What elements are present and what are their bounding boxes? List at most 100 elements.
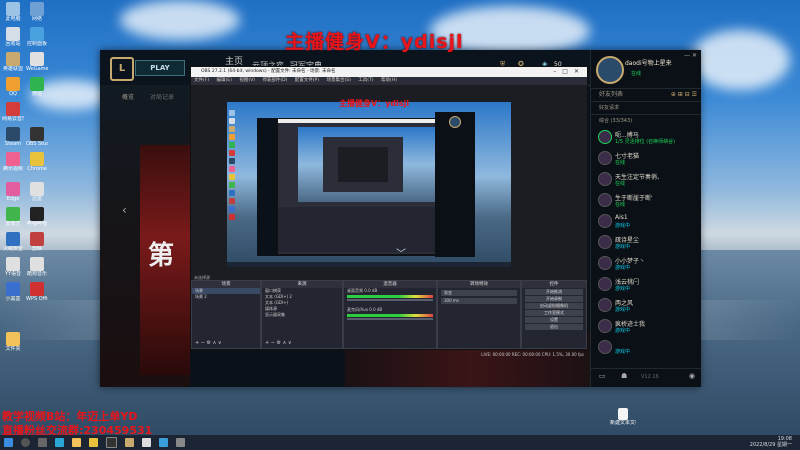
list-item[interactable]: 小小梦子丶 游戏中 [591, 253, 701, 274]
wegame-icon[interactable] [142, 438, 151, 447]
friend-group[interactable]: 综合 (33/343) [591, 115, 701, 127]
desktop-icon[interactable]: YY语音 [2, 257, 24, 277]
tab-overview[interactable]: 概览 [122, 92, 134, 101]
desktop-icon[interactable]: 微信 [26, 77, 48, 97]
desktop-icon[interactable]: WeGame [26, 52, 48, 72]
obs-menubar: 文件(F) 编辑(E) 视图(V) 停靠部件(D) 配置文件(P) 场景集合(S… [191, 77, 587, 85]
desktop-icon[interactable]: 此电脑 [2, 2, 24, 22]
desktop-icon[interactable]: 回收站 [2, 27, 24, 47]
sources-dock: 来源 窗口捕获 文本 (GDI+) 2 文本 (GDI+) 媒体源 显示器采集 … [261, 280, 343, 349]
duration-input[interactable]: 300 ms [441, 298, 517, 304]
kugou-icon [30, 257, 44, 271]
list-item[interactable]: 天生注定节奏俏、 在线 [591, 169, 701, 190]
exit-button[interactable]: 退出 [525, 324, 583, 330]
lol-icon[interactable] [125, 438, 134, 447]
menu-help[interactable]: 帮助(H) [381, 78, 397, 83]
tab-match-history[interactable]: 对局记录 [150, 92, 174, 101]
menu-profile[interactable]: 配置文件(P) [295, 78, 319, 83]
friend-tools-icon[interactable]: ⊕ ⊞ ⊟ ☰ [671, 89, 697, 101]
windows-start-icon[interactable] [4, 438, 13, 447]
menu-scene-collection[interactable]: 场景集合(S) [326, 78, 350, 83]
desktop-file-icon[interactable]: 新建文本文档 [610, 408, 636, 426]
chrome-icon[interactable] [89, 438, 98, 447]
source-add-icon[interactable]: + − ⚙ ∧ ∨ [265, 340, 292, 346]
desktop-icon[interactable]: Chrome [26, 152, 48, 172]
source-item[interactable]: 显示器采集 [262, 312, 342, 318]
folder-icon [6, 332, 20, 346]
taskbar-clock[interactable]: 19:08 2022/8/29 星期一 [750, 436, 792, 448]
desktop-icon[interactable]: 文件夹 [2, 332, 24, 352]
desktop-icon[interactable]: 酷狗音乐 [26, 257, 48, 277]
window-controls-icon[interactable]: –□✕ [553, 67, 585, 77]
friend-requests[interactable]: 好友请求 [591, 102, 701, 115]
app-icon[interactable] [176, 438, 185, 447]
desktop-icon[interactable]: 迅雷 [26, 182, 48, 202]
chat-icon[interactable]: ▭ [599, 372, 606, 380]
nested-taskbar [227, 262, 511, 267]
desktop-icon[interactable]: QQ [2, 77, 24, 97]
scene-add-icon[interactable]: + − ⚙ ∧ ∨ [195, 340, 222, 346]
downloader-icon [30, 182, 44, 196]
volume-slider[interactable] [347, 299, 433, 301]
folder-icon[interactable] [72, 438, 81, 447]
desktop-icon[interactable]: 火绒安全 [2, 232, 24, 252]
obs-icon [30, 127, 44, 141]
edge-icon[interactable] [55, 438, 64, 447]
qq-icon[interactable] [159, 438, 168, 447]
art-label: 第 [148, 241, 175, 271]
list-item[interactable]: 呃...搏马 1/5 灵活排位 (召唤师峡谷) [591, 127, 701, 148]
obs-title: OBS 27.2.1 (64-bit, windows) - 配置文件: 未命名… [201, 69, 336, 74]
search-icon[interactable] [21, 438, 30, 447]
studio-mode-button[interactable]: 工作室模式 [525, 310, 583, 316]
list-item[interactable]: 疏诗星尘 游戏中 [591, 232, 701, 253]
minimize-icon[interactable]: — ✕ [684, 52, 697, 59]
desktop-icon[interactable]: 剪映 [26, 232, 48, 252]
menu-file[interactable]: 文件(F) [194, 78, 209, 83]
task-view-icon[interactable] [38, 438, 47, 447]
play-button[interactable]: PLAY [135, 60, 185, 76]
desktop-icon[interactable]: Steam [2, 127, 24, 147]
desktop-icon[interactable]: 网络 [26, 2, 48, 22]
list-item[interactable]: 两之风 游戏中 [591, 295, 701, 316]
carousel-left-icon[interactable]: ‹ [122, 203, 127, 217]
settings-button[interactable]: 设置 [525, 317, 583, 323]
obs-icon[interactable] [106, 437, 117, 448]
start-recording-button[interactable]: 开始录制 [525, 296, 583, 302]
list-item[interactable]: 生于断崖于断' 在线 [591, 190, 701, 211]
desktop-icon[interactable]: WPS Office [26, 282, 48, 302]
desktop-icon[interactable]: 网易云音乐 [2, 102, 24, 122]
scene-item[interactable]: 场景 2 [192, 294, 260, 300]
list-item[interactable]: 游戏中 [591, 337, 701, 358]
desktop-icon[interactable]: 控制面板 [26, 27, 48, 47]
avatar[interactable] [596, 56, 624, 84]
obs-preview[interactable]: 主播健身V：ydisjl ﹀ [191, 85, 587, 280]
desktop-icon[interactable]: 爱奇艺 [2, 207, 24, 227]
transition-select[interactable]: 渐变 [441, 290, 517, 296]
menu-docks[interactable]: 停靠部件(D) [262, 78, 287, 83]
mission-icon[interactable]: ☗ [621, 372, 627, 380]
start-streaming-button[interactable]: 开始推流 [525, 289, 583, 295]
list-item[interactable]: 疯桥迹士我 游戏中 [591, 316, 701, 337]
volume-slider[interactable] [347, 318, 433, 320]
desktop-icon[interactable]: OBS Studio [26, 127, 48, 147]
desktop-icon[interactable]: 哔哩哔哩 [26, 207, 48, 227]
list-item[interactable]: Ais1 游戏中 [591, 211, 701, 232]
transitions-dock: 转场特效 渐变 300 ms [437, 280, 521, 349]
desktop-icon[interactable]: 腾讯视频 [2, 152, 24, 172]
desktop-icon[interactable]: 小黑盒 [2, 282, 24, 302]
help-icon[interactable]: ◉ [689, 372, 695, 380]
security-icon [6, 232, 20, 246]
desktop-icon[interactable]: 英雄联盟 [2, 52, 24, 72]
lol-left-panel: 概览 对局记录 ‹ 第 [100, 85, 190, 387]
menu-edit[interactable]: 编辑(E) [217, 78, 232, 83]
virtual-camera-button[interactable]: 启动虚拟摄像机 [525, 303, 583, 309]
desktop-icon[interactable]: Edge [2, 182, 24, 202]
video-icon [6, 152, 20, 166]
menu-tools[interactable]: 工具(T) [358, 78, 373, 83]
friend-avatar [598, 256, 612, 270]
menu-view[interactable]: 视图(V) [239, 78, 255, 83]
friends-header: daodi号物上星来 在线 — ✕ [591, 50, 701, 89]
list-item[interactable]: 浅云桃闩 游戏中 [591, 274, 701, 295]
qq-icon [6, 77, 20, 91]
list-item[interactable]: 七寸老猫 在线 [591, 148, 701, 169]
